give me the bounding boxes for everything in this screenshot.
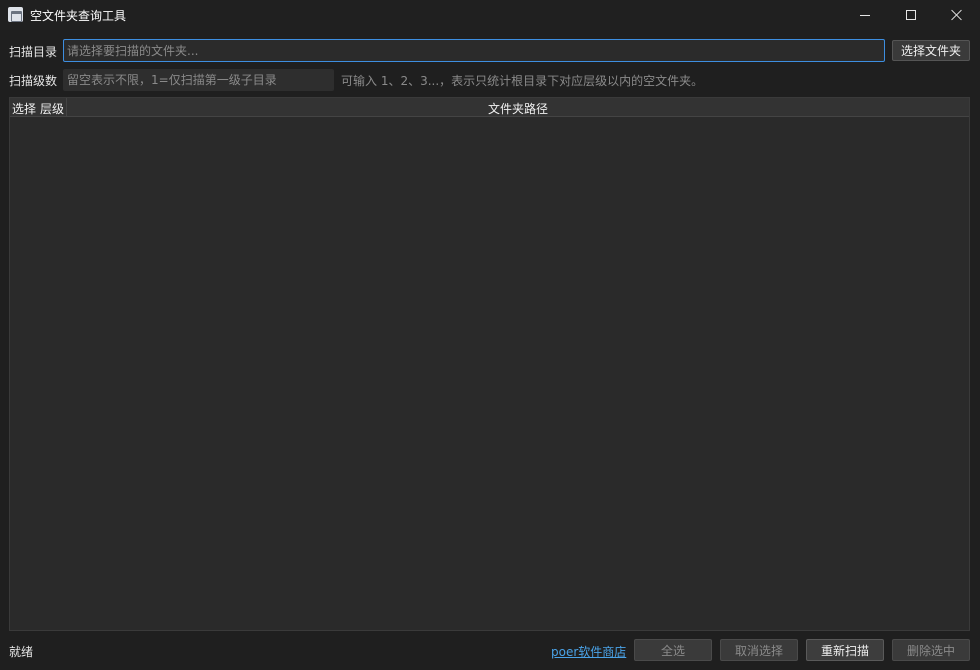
scan-level-input[interactable] (63, 69, 334, 91)
minimize-button[interactable] (842, 0, 888, 30)
column-header-select[interactable]: 选择 (12, 100, 36, 117)
window-title: 空文件夹查询工具 (30, 9, 127, 23)
rescan-button[interactable]: 重新扫描 (806, 639, 884, 661)
scan-dir-input[interactable] (63, 39, 885, 62)
column-divider[interactable] (66, 98, 67, 116)
close-button[interactable] (934, 0, 980, 30)
select-all-button[interactable]: 全选 (634, 639, 712, 661)
app-icon (8, 7, 23, 22)
scan-level-label: 扫描级数 (9, 74, 58, 88)
deselect-button[interactable]: 取消选择 (720, 639, 798, 661)
store-link[interactable]: poer软件商店 (551, 643, 626, 660)
title-bar: 空文件夹查询工具 (0, 0, 980, 30)
choose-folder-button[interactable]: 选择文件夹 (892, 40, 970, 61)
scan-dir-label: 扫描目录 (9, 45, 58, 59)
minimize-icon (860, 14, 870, 16)
status-text: 就绪 (9, 645, 34, 659)
maximize-icon (906, 10, 916, 20)
column-header-path[interactable]: 文件夹路径 (488, 100, 548, 117)
close-icon (951, 9, 963, 21)
results-table[interactable]: 选择 层级 文件夹路径 (9, 97, 970, 631)
scan-level-hint: 可输入 1、2、3...，表示只统计根目录下对应层级以内的空文件夹。 (341, 74, 704, 88)
maximize-button[interactable] (888, 0, 934, 30)
column-header-level[interactable]: 层级 (40, 100, 64, 117)
table-header: 选择 层级 文件夹路径 (10, 98, 969, 117)
delete-selected-button[interactable]: 删除选中 (892, 639, 970, 661)
